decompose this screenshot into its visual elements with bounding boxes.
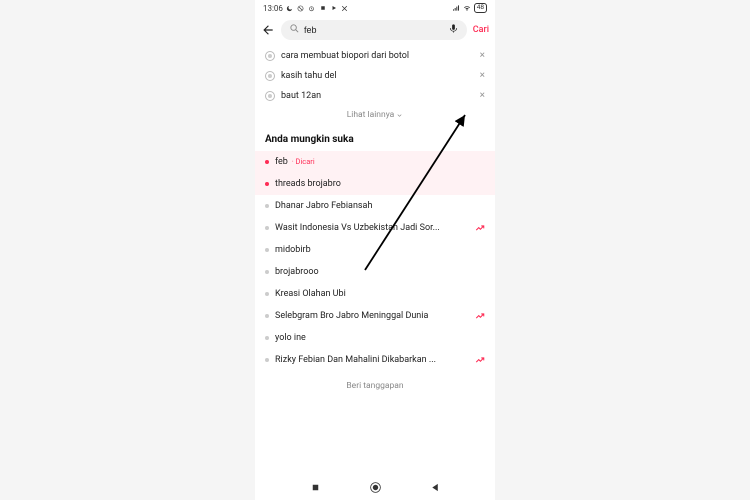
system-nav-bar — [255, 480, 495, 494]
history-item[interactable]: baut 12an × — [255, 86, 495, 106]
close-icon[interactable]: × — [480, 91, 485, 101]
suggestions-list: feb · Dicari threads brojabro Dhanar Jab… — [255, 151, 495, 371]
trending-icon — [475, 311, 485, 321]
close-icon[interactable]: × — [480, 51, 485, 61]
suggestion-item[interactable]: midobirb — [255, 239, 495, 261]
bullet-icon — [265, 204, 269, 208]
searched-badge: · Dicari — [290, 157, 315, 166]
battery-icon: 48 — [474, 3, 487, 13]
history-text: kasih tahu del — [281, 71, 474, 81]
suggestion-item[interactable]: yolo ine — [255, 327, 495, 349]
suggestion-item[interactable]: Kreasi Olahan Ubi — [255, 283, 495, 305]
nav-recents-button[interactable] — [308, 480, 322, 494]
search-input[interactable] — [304, 25, 444, 35]
bullet-icon — [265, 292, 269, 296]
back-button[interactable] — [261, 23, 275, 37]
suggestion-item[interactable]: feb · Dicari — [255, 151, 495, 173]
status-left: 13:06 — [263, 4, 349, 13]
feedback-button[interactable]: Beri tanggapan — [255, 371, 495, 401]
suggestion-item[interactable]: Rizky Febian Dan Mahalini Dikabarkan ... — [255, 349, 495, 371]
see-more-button[interactable]: Lihat lainnya — [255, 106, 495, 128]
suggestion-text: yolo ine — [275, 333, 485, 343]
suggestion-text: Wasit Indonesia Vs Uzbekistan Jadi Sor..… — [275, 223, 469, 233]
wifi-icon — [463, 4, 471, 12]
history-item[interactable]: cara membuat biopori dari botol × — [255, 46, 495, 66]
alarm-icon — [308, 4, 316, 12]
moon-icon — [286, 4, 294, 12]
search-submit-button[interactable]: Cari — [473, 25, 489, 35]
signal-icon — [452, 4, 460, 12]
nav-home-button[interactable] — [368, 480, 382, 494]
suggestion-item[interactable]: Selebgram Bro Jabro Meninggal Dunia — [255, 305, 495, 327]
bullet-icon — [265, 182, 269, 186]
stop-icon — [319, 4, 327, 12]
bullet-icon — [265, 226, 269, 230]
status-right: 48 — [452, 3, 487, 13]
see-more-label: Lihat lainnya — [347, 110, 395, 120]
suggestion-item[interactable]: threads brojabro — [255, 173, 495, 195]
suggestion-item[interactable]: Dhanar Jabro Febiansah — [255, 195, 495, 217]
history-text: baut 12an — [281, 91, 474, 101]
history-text: cara membuat biopori dari botol — [281, 51, 474, 61]
play-icon — [330, 4, 338, 12]
clock-icon — [265, 71, 275, 81]
battery-level: 48 — [477, 3, 484, 11]
clock-icon — [265, 51, 275, 61]
clock-icon — [265, 91, 275, 101]
suggestion-text: brojabrooo — [275, 267, 485, 277]
history-item[interactable]: kasih tahu del × — [255, 66, 495, 86]
suggestion-text: Selebgram Bro Jabro Meninggal Dunia — [275, 311, 469, 321]
search-history-list: cara membuat biopori dari botol × kasih … — [255, 44, 495, 130]
nav-back-button[interactable] — [428, 480, 442, 494]
status-time: 13:06 — [263, 4, 283, 13]
suggestion-item[interactable]: brojabrooo — [255, 261, 495, 283]
search-icon — [289, 23, 300, 37]
trending-icon — [475, 355, 485, 365]
x-icon — [341, 4, 349, 12]
suggestions-title: Anda mungkin suka — [255, 130, 495, 151]
bullet-icon — [265, 248, 269, 252]
mic-icon[interactable] — [448, 23, 459, 37]
suggestion-text: midobirb — [275, 245, 485, 255]
bullet-icon — [265, 314, 269, 318]
search-box[interactable] — [281, 20, 467, 40]
suggestion-text: Rizky Febian Dan Mahalini Dikabarkan ... — [275, 355, 469, 365]
chevron-down-icon — [396, 112, 403, 119]
close-icon[interactable]: × — [480, 71, 485, 81]
suggestion-text: threads brojabro — [275, 179, 485, 189]
search-row: Cari — [255, 16, 495, 44]
phone-frame: 13:06 — [255, 0, 495, 500]
bullet-icon — [265, 160, 269, 164]
bullet-icon — [265, 270, 269, 274]
suggestion-item[interactable]: Wasit Indonesia Vs Uzbekistan Jadi Sor..… — [255, 217, 495, 239]
bullet-icon — [265, 358, 269, 362]
suggestion-text: feb · Dicari — [275, 157, 485, 167]
dnd-icon — [297, 4, 305, 12]
status-bar: 13:06 — [255, 0, 495, 16]
suggestion-text: Kreasi Olahan Ubi — [275, 289, 485, 299]
bullet-icon — [265, 336, 269, 340]
trending-icon — [475, 223, 485, 233]
suggestion-text: Dhanar Jabro Febiansah — [275, 201, 485, 211]
